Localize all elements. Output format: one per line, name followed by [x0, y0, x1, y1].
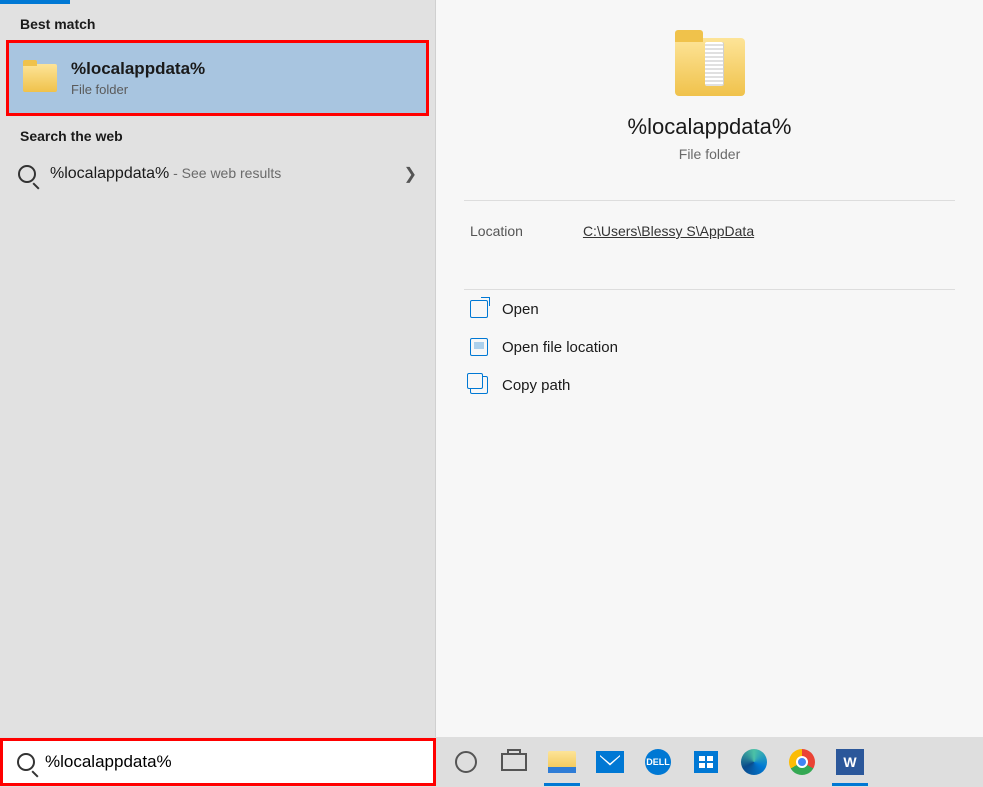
dell-button[interactable]: DELL — [634, 738, 682, 786]
detail-title: %localappdata% — [436, 114, 983, 140]
search-icon — [17, 753, 35, 771]
store-button[interactable] — [682, 738, 730, 786]
task-view-icon — [501, 753, 527, 771]
web-search-item[interactable]: %localappdata% - See web results ❯ — [0, 152, 435, 196]
best-match-title: %localappdata% — [71, 59, 205, 79]
open-label: Open — [502, 301, 539, 318]
web-item-title: %localappdata% — [50, 165, 169, 182]
cortana-button[interactable] — [442, 738, 490, 786]
task-view-button[interactable] — [490, 738, 538, 786]
chevron-right-icon: ❯ — [404, 164, 417, 184]
folder-icon-large — [675, 38, 745, 96]
copy-path-action[interactable]: Copy path — [464, 366, 955, 404]
best-match-highlight: %localappdata% File folder — [6, 40, 429, 116]
location-label: Location — [470, 223, 523, 239]
file-explorer-button[interactable] — [538, 738, 586, 786]
word-icon: W — [836, 749, 864, 775]
file-explorer-icon — [548, 751, 576, 773]
detail-subtitle: File folder — [436, 146, 983, 162]
chrome-icon — [789, 749, 815, 775]
best-match-subtitle: File folder — [71, 82, 205, 97]
copy-icon — [470, 376, 488, 394]
detail-pane: %localappdata% File folder Location C:\U… — [436, 0, 983, 787]
file-location-icon — [470, 338, 488, 356]
open-action[interactable]: Open — [464, 290, 955, 328]
web-header: Search the web — [0, 116, 435, 152]
web-item-suffix: - See web results — [169, 165, 281, 181]
dell-icon: DELL — [645, 749, 671, 775]
edge-button[interactable] — [730, 738, 778, 786]
cortana-icon — [455, 751, 477, 773]
taskbar: DELL W — [0, 737, 983, 787]
search-box-highlight — [0, 738, 436, 786]
search-icon — [18, 165, 36, 183]
open-location-label: Open file location — [502, 339, 618, 356]
mail-icon — [596, 751, 624, 773]
store-icon — [694, 751, 718, 773]
folder-icon — [23, 64, 57, 92]
word-button[interactable]: W — [826, 738, 874, 786]
search-input[interactable] — [45, 752, 433, 772]
action-list: Open Open file location Copy path — [436, 290, 983, 404]
chrome-button[interactable] — [778, 738, 826, 786]
edge-icon — [741, 749, 767, 775]
location-row: Location C:\Users\Blessy S\AppData — [436, 201, 983, 261]
location-path-link[interactable]: C:\Users\Blessy S\AppData — [583, 223, 754, 239]
copy-path-label: Copy path — [502, 377, 570, 394]
open-icon — [470, 300, 488, 318]
best-match-header: Best match — [0, 4, 435, 40]
mail-button[interactable] — [586, 738, 634, 786]
search-results-pane: Best match %localappdata% File folder Se… — [0, 0, 436, 787]
best-match-item[interactable]: %localappdata% File folder — [9, 43, 426, 113]
open-file-location-action[interactable]: Open file location — [464, 328, 955, 366]
